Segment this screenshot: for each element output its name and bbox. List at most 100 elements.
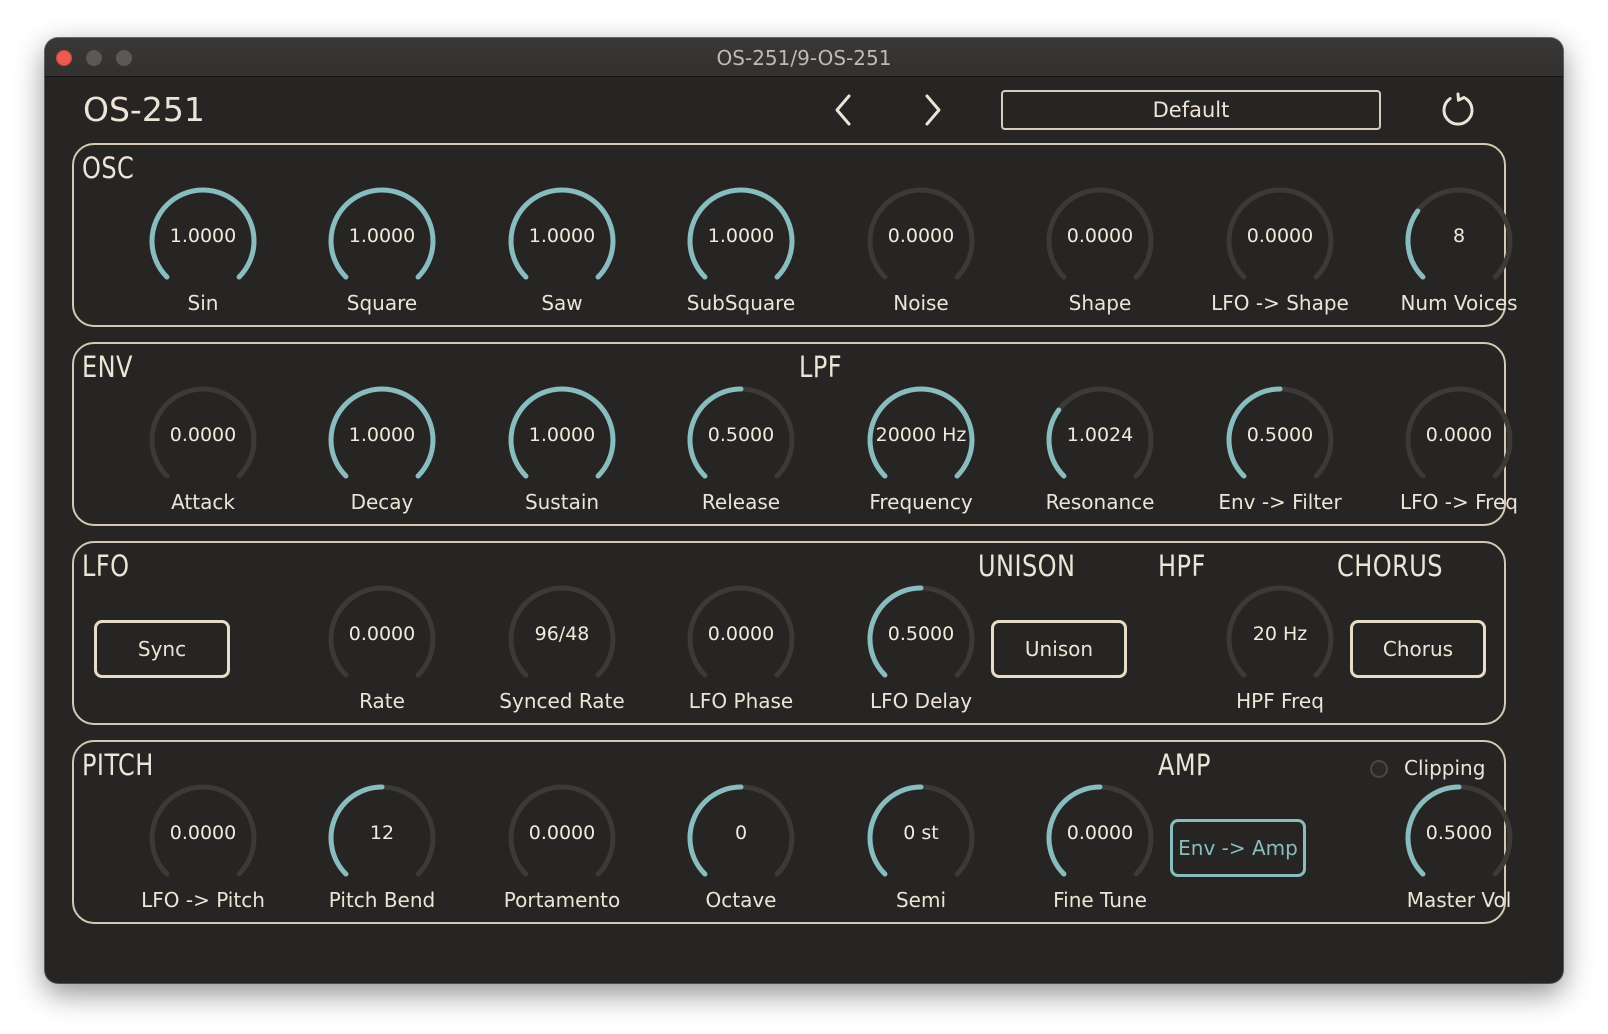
octave-knob[interactable]: 0 Octave <box>656 782 826 932</box>
knob-value: 1.0000 <box>707 225 775 247</box>
refresh-icon <box>1442 92 1474 126</box>
knob-label: Decay <box>350 490 414 514</box>
knob-label: HPF Freq <box>1236 689 1324 713</box>
knob-label: Octave <box>705 888 777 912</box>
knob-value: 0.0000 <box>169 822 237 844</box>
knob-value: 0.0000 <box>1066 822 1134 844</box>
unison-toggle-button[interactable]: Unison <box>991 620 1127 678</box>
lfo-title: LFO <box>82 549 130 583</box>
synced-rate-knob[interactable]: 96/48 Synced Rate <box>477 583 647 733</box>
knob-value: 0.0000 <box>707 623 775 645</box>
knob-value: 1.0000 <box>348 225 416 247</box>
reset-button[interactable] <box>1438 89 1478 129</box>
lfo-pitch-knob[interactable]: 0.0000 LFO -> Pitch <box>118 782 288 932</box>
env-title: ENV <box>82 350 133 384</box>
lfo-phase-knob[interactable]: 0.0000 LFO Phase <box>656 583 826 733</box>
sustain-knob[interactable]: 1.0000 Sustain <box>477 384 647 534</box>
preset-selector[interactable]: Default <box>1001 90 1381 130</box>
lfo-freq-knob[interactable]: 0.0000 LFO -> Freq <box>1374 384 1544 534</box>
decay-knob[interactable]: 1.0000 Decay <box>297 384 467 534</box>
knob-label: Sustain <box>524 490 600 514</box>
knob-label: Frequency <box>869 490 973 514</box>
env-filter-knob[interactable]: 0.5000 Env -> Filter <box>1195 384 1365 534</box>
attack-knob[interactable]: 0.0000 Attack <box>118 384 288 534</box>
knob-label: Sin <box>187 291 219 315</box>
master-vol-knob[interactable]: 0.5000 Master Vol <box>1374 782 1544 932</box>
lfo-shape-knob[interactable]: 0.0000 LFO -> Shape <box>1195 185 1365 335</box>
semi-knob[interactable]: 0 st Semi <box>836 782 1006 932</box>
lpf-title: LPF <box>799 350 843 384</box>
knob-label: Num Voices <box>1400 291 1518 315</box>
knob-value: 0.0000 <box>1066 225 1134 247</box>
amp-title: AMP <box>1158 748 1211 782</box>
knob-label: Shape <box>1068 291 1132 315</box>
sync-toggle-button[interactable]: Sync <box>94 620 230 678</box>
knob-value: 0.0000 <box>528 822 596 844</box>
knob-label: Square <box>346 291 418 315</box>
knob-label: LFO -> Pitch <box>141 888 265 912</box>
knob-label: LFO -> Freq <box>1400 490 1518 514</box>
release-knob[interactable]: 0.5000 Release <box>656 384 826 534</box>
knob-label: Attack <box>171 490 235 514</box>
osc-panel: OSC 1.0000 Sin 1.0000 Square 1.0000 Saw 1.0… <box>72 143 1518 327</box>
knob-value: 20 Hz <box>1252 623 1308 645</box>
clipping-label: Clipping <box>1404 756 1486 780</box>
app-title: OS-251 <box>83 90 205 129</box>
portamento-knob[interactable]: 0.0000 Portamento <box>477 782 647 932</box>
shape-knob[interactable]: 0.0000 Shape <box>1015 185 1185 335</box>
knob-value: 0.0000 <box>1425 424 1493 446</box>
plugin-header: OS-251 Default <box>45 76 1563 142</box>
fine-tune-knob[interactable]: 0.0000 Fine Tune <box>1015 782 1185 932</box>
previous-preset-button[interactable] <box>825 90 865 130</box>
knob-value: 1.0024 <box>1066 424 1134 446</box>
noise-knob[interactable]: 0.0000 Noise <box>836 185 1006 335</box>
pitch-amp-panel: PITCH AMP Clipping 0.0000 LFO -> Pitch 12… <box>72 740 1513 924</box>
knob-value: 0.0000 <box>348 623 416 645</box>
knob-value: 1.0000 <box>528 424 596 446</box>
lfo-delay-knob[interactable]: 0.5000 LFO Delay <box>836 583 1006 733</box>
next-preset-button[interactable] <box>911 90 951 130</box>
knob-label: Resonance <box>1045 490 1155 514</box>
chorus-title: CHORUS <box>1337 549 1443 583</box>
plugin-window: OS-251/9-OS-251 OS-251 Default OSC 1.000… <box>45 38 1563 983</box>
knob-value: 96/48 <box>534 623 590 645</box>
resonance-knob[interactable]: 1.0024 Resonance <box>1015 384 1185 534</box>
sin-knob[interactable]: 1.0000 Sin <box>118 185 288 335</box>
knob-label: Synced Rate <box>499 689 625 713</box>
knob-label: Master Vol <box>1406 888 1512 912</box>
knob-label: SubSquare <box>686 291 796 315</box>
knob-value: 1.0000 <box>169 225 237 247</box>
saw-knob[interactable]: 1.0000 Saw <box>477 185 647 335</box>
clipping-led <box>1370 760 1388 778</box>
env-amp-toggle-button[interactable]: Env -> Amp <box>1170 819 1306 877</box>
title-bar: OS-251/9-OS-251 <box>45 38 1563 77</box>
rate-knob[interactable]: 0.0000 Rate <box>297 583 467 733</box>
knob-label: LFO Delay <box>869 689 973 713</box>
knob-value: 20000 Hz <box>875 424 967 446</box>
knob-label: Semi <box>895 888 947 912</box>
knob-value: 1.0000 <box>528 225 596 247</box>
frequency-knob[interactable]: 20000 Hz Frequency <box>836 384 1006 534</box>
knob-value: 0 st <box>903 822 939 844</box>
lfo-panel: LFO UNISON HPF CHORUS Sync 0.0000 Rate 96… <box>72 541 1506 725</box>
knob-value: 0.5000 <box>1246 424 1314 446</box>
knob-label: Env -> Filter <box>1218 490 1342 514</box>
knob-value: 8 <box>1452 225 1466 247</box>
env-lpf-panel: ENV LPF 0.0000 Attack 1.0000 Decay 1.0000 S… <box>72 342 1518 526</box>
subsquare-knob[interactable]: 1.0000 SubSquare <box>656 185 826 335</box>
knob-label: LFO Phase <box>688 689 794 713</box>
pitch-title: PITCH <box>82 748 154 782</box>
hpf-title: HPF <box>1158 549 1206 583</box>
knob-label: Pitch Bend <box>328 888 436 912</box>
knob-value: 0.5000 <box>887 623 955 645</box>
hpf-freq-knob[interactable]: 20 Hz HPF Freq <box>1195 583 1365 733</box>
pitch-bend-knob[interactable]: 12 Pitch Bend <box>297 782 467 932</box>
square-knob[interactable]: 1.0000 Square <box>297 185 467 335</box>
knob-label: Noise <box>893 291 949 315</box>
knob-label: Fine Tune <box>1053 888 1147 912</box>
knob-value: 1.0000 <box>348 424 416 446</box>
chorus-toggle-button[interactable]: Chorus <box>1350 620 1486 678</box>
osc-title: OSC <box>82 151 135 185</box>
knob-value: 12 <box>369 822 395 844</box>
num-voices-knob[interactable]: 8 Num Voices <box>1374 185 1544 335</box>
